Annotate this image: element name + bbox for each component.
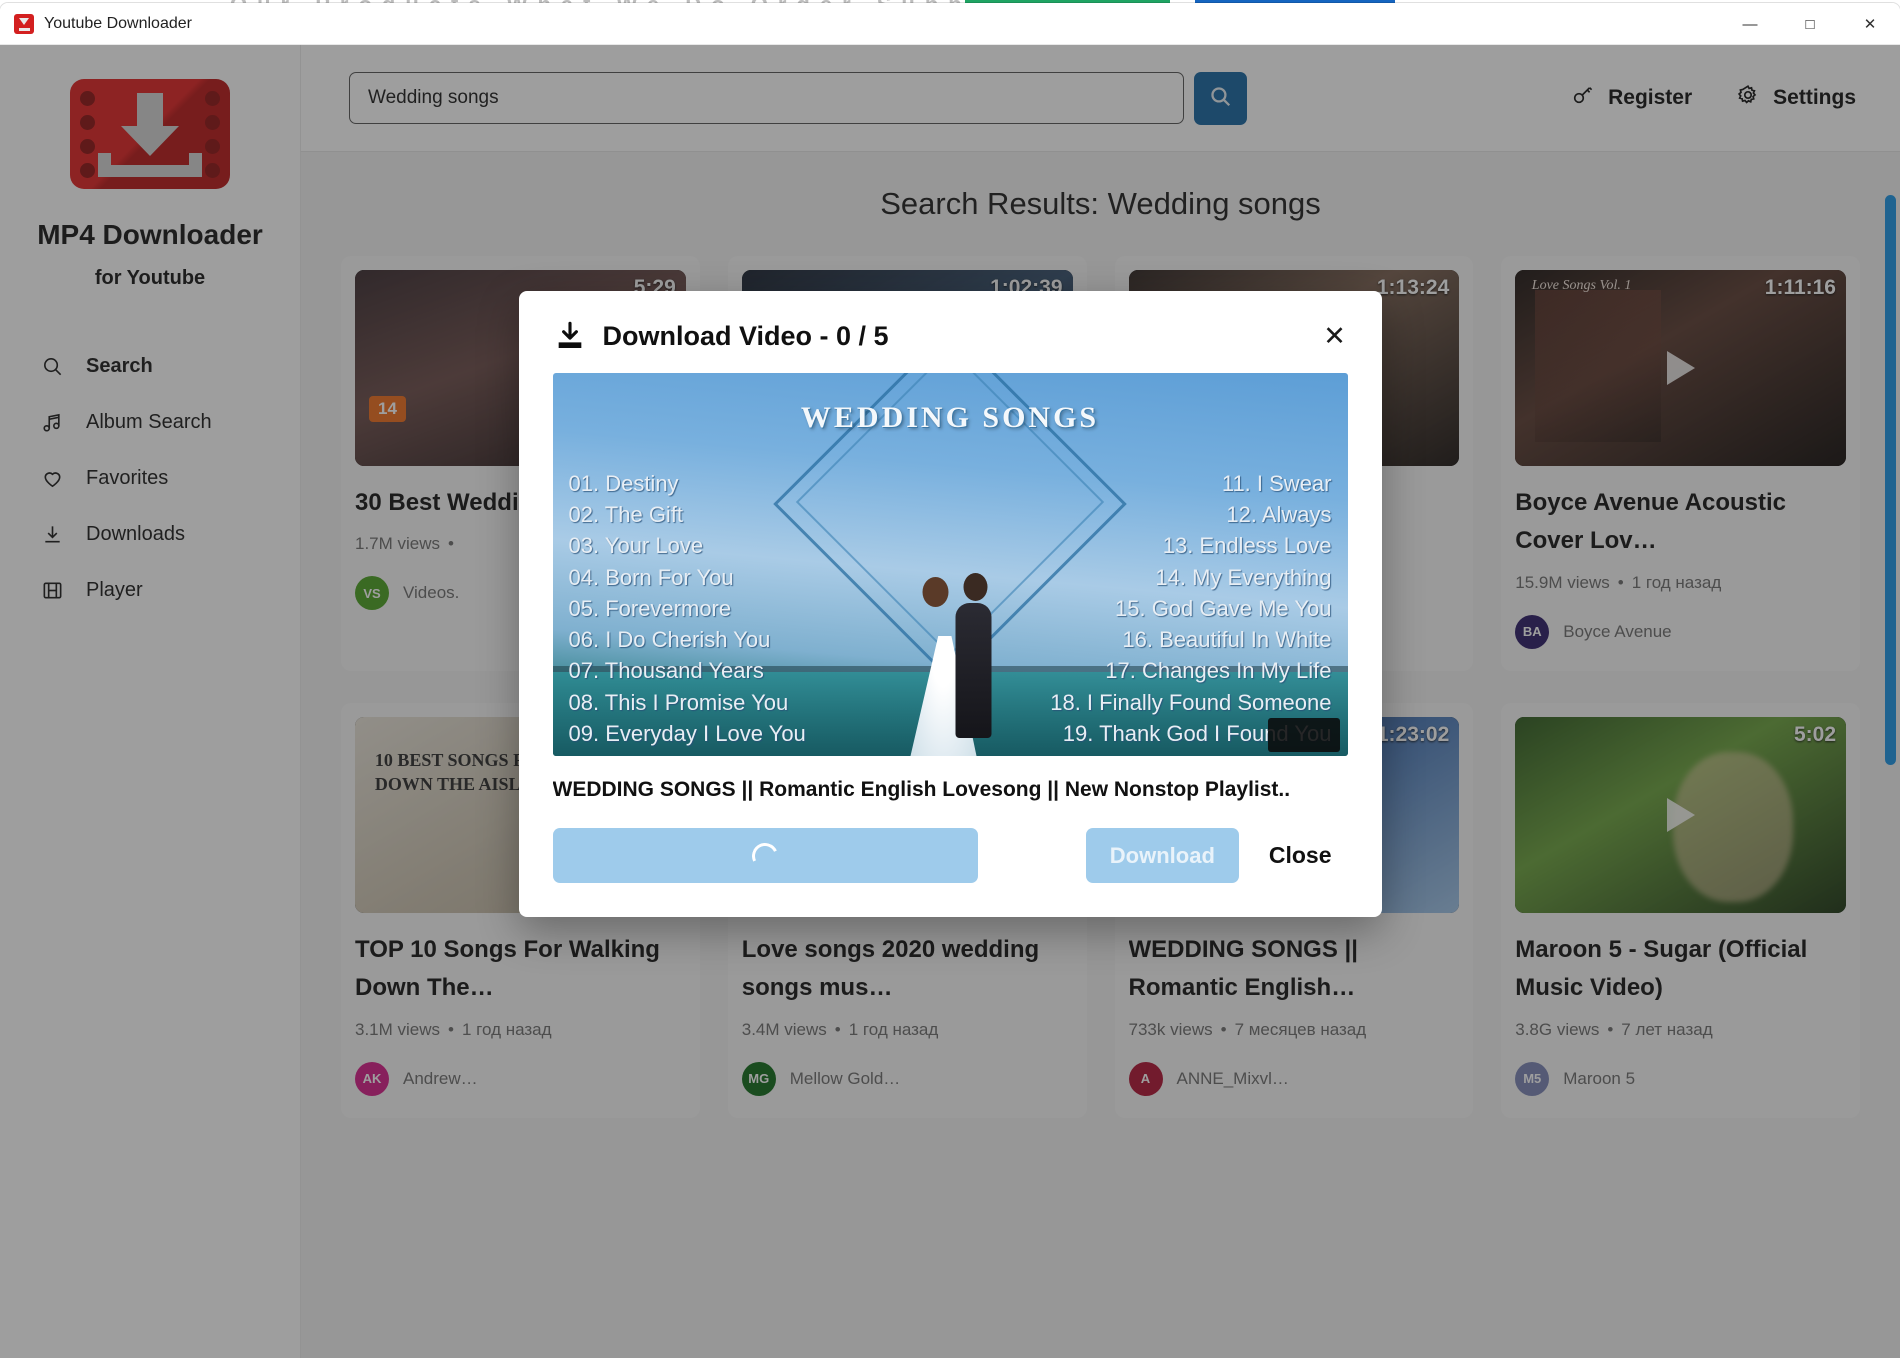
app-download-icon [14,14,34,34]
close-dialog-button[interactable]: ✕ [1316,317,1354,355]
thumbnail-tracklist-right: 11. I Swear 12. Always 13. Endless Love … [1050,468,1331,756]
download-icon [553,319,587,353]
scrollbar-thumb[interactable] [1885,195,1896,765]
minimize-button[interactable]: — [1720,3,1780,45]
download-progress-bar[interactable] [553,828,978,883]
window-title: Youtube Downloader [44,15,192,33]
close-icon: ✕ [1864,17,1877,32]
app-window: Youtube Downloader — □ ✕ [0,3,1900,1358]
loading-spinner-icon [748,839,781,872]
download-video-dialog: Download Video - 0 / 5 ✕ WEDDING SONGS 0… [519,291,1382,917]
cancel-button[interactable]: Close [1265,842,1348,869]
dialog-footer: Download Close [519,802,1382,917]
download-button[interactable]: Download [1086,828,1239,883]
minimize-icon: — [1743,17,1758,32]
dialog-title: Download Video - 0 / 5 [603,321,889,352]
maximize-button[interactable]: □ [1780,3,1840,45]
thumbnail-couple [903,571,998,756]
vertical-scrollbar[interactable] [1885,195,1896,1285]
dialog-header: Download Video - 0 / 5 ✕ [519,291,1382,373]
title-bar: Youtube Downloader — □ ✕ [0,3,1900,45]
thumbnail-tracklist-left: 01. Destiny 02. The Gift 03. Your Love 0… [569,468,865,756]
dialog-video-title: WEDDING SONGS || Romantic English Loveso… [553,778,1348,802]
maximize-icon: □ [1805,17,1814,32]
close-icon: ✕ [1323,323,1346,350]
close-window-button[interactable]: ✕ [1840,3,1900,45]
window-controls: — □ ✕ [1720,3,1900,45]
app-body: MP4 Downloader for Youtube Search Album … [0,45,1900,1358]
thumbnail-corner-badge [1268,718,1340,752]
thumbnail-heading: WEDDING SONGS [553,401,1348,435]
dialog-video-thumbnail: WEDDING SONGS 01. Destiny 02. The Gift 0… [553,373,1348,756]
title-bar-left: Youtube Downloader [0,14,192,34]
